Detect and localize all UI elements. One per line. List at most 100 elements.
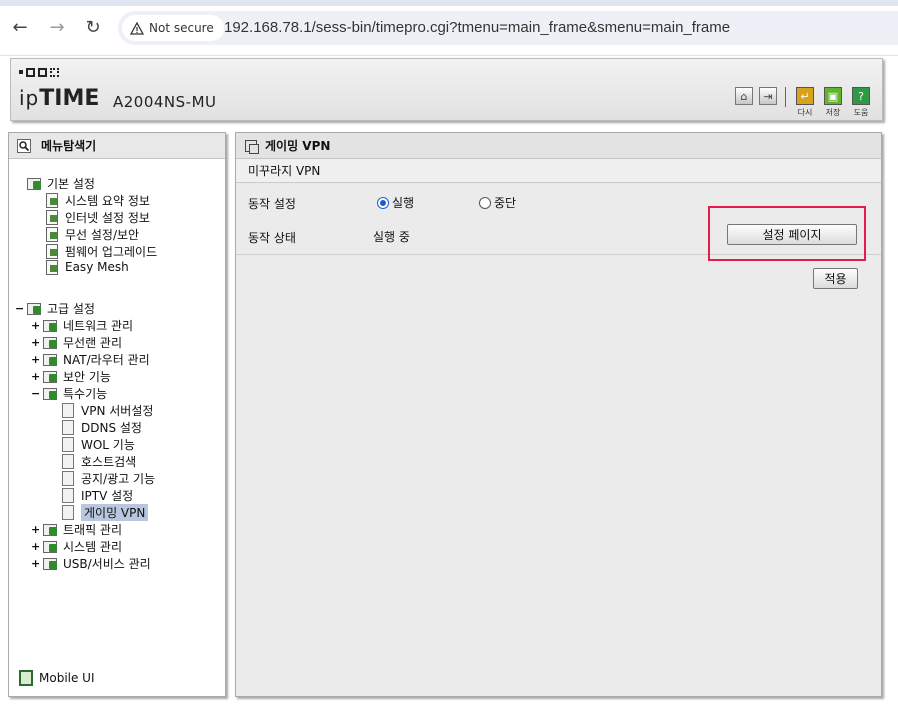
- tree-label: 호스트검색: [81, 454, 137, 469]
- back-icon[interactable]: ←: [8, 15, 32, 39]
- expand-icon[interactable]: +: [31, 523, 40, 536]
- tree-host-scan[interactable]: 호스트검색: [61, 453, 136, 469]
- page-icon: [61, 454, 77, 469]
- highlight-box: [708, 206, 866, 261]
- page-icon: [61, 403, 77, 418]
- tree-firmware-upgrade[interactable]: 펌웨어 업그레이드: [45, 243, 157, 259]
- tree-wol[interactable]: WOL 기능: [61, 436, 135, 452]
- tree-traffic[interactable]: + 트래픽 관리: [31, 521, 122, 537]
- tree-label: 특수기능: [63, 386, 108, 401]
- tree-label: 인터넷 설정 정보: [65, 210, 150, 225]
- help-icon: ?: [852, 87, 870, 105]
- expand-icon[interactable]: +: [31, 370, 40, 383]
- tree-label: WOL 기능: [81, 437, 135, 452]
- folder-icon: [27, 176, 43, 190]
- header-divider: [785, 87, 786, 107]
- tree-label: 공지/광고 기능: [81, 471, 156, 486]
- forward-icon[interactable]: →: [45, 15, 69, 39]
- apply-button[interactable]: 적용: [813, 268, 858, 289]
- tree-ddns[interactable]: DDNS 설정: [61, 419, 142, 435]
- menu-explorer: 메뉴탐색기 기본 설정 시스템 요약 정보 인터넷 설정 정보 무선 설정/보안…: [8, 132, 226, 697]
- expand-icon[interactable]: +: [31, 336, 40, 349]
- window-icon: [245, 139, 259, 154]
- expand-icon[interactable]: +: [31, 540, 40, 553]
- tree-label: Easy Mesh: [65, 260, 129, 274]
- mesh-icon: [45, 260, 61, 275]
- tree-security[interactable]: + 보안 기능: [31, 368, 111, 384]
- tree-special-functions[interactable]: − 특수기능: [31, 385, 107, 401]
- tree-advanced-settings[interactable]: − 고급 설정: [15, 300, 95, 316]
- radio-stop[interactable]: 중단: [479, 194, 516, 211]
- tree-label: VPN 서버설정: [81, 403, 154, 418]
- traffic-icon: [43, 522, 59, 536]
- expand-icon[interactable]: +: [31, 319, 40, 332]
- logout-icon[interactable]: ⇥: [759, 87, 777, 105]
- chart-icon: [43, 539, 59, 553]
- page-title: 게이밍 VPN: [265, 139, 331, 153]
- tree-system[interactable]: + 시스템 관리: [31, 538, 122, 554]
- tree-notice-ads[interactable]: 공지/광고 기능: [61, 470, 155, 486]
- tree-internet-info[interactable]: 인터넷 설정 정보: [45, 209, 150, 225]
- tree-wireless-security[interactable]: 무선 설정/보안: [45, 226, 139, 242]
- tree-easy-mesh[interactable]: Easy Mesh: [45, 259, 129, 275]
- tree-vpn-server[interactable]: VPN 서버설정: [61, 402, 153, 418]
- status-label: 동작 상태: [248, 231, 296, 245]
- refresh-button[interactable]: ↵ 다시: [794, 87, 816, 118]
- menu-explorer-title: 메뉴탐색기: [41, 139, 97, 153]
- tree-label: 고급 설정: [47, 301, 95, 316]
- content-panel: 게이밍 VPN 미꾸라지 VPN 동작 설정 실행 중단 동작 상태 실행 중 …: [235, 132, 882, 697]
- page-icon: [61, 437, 77, 452]
- save-label: 저장: [825, 108, 841, 117]
- tree-label: 게이밍 VPN: [81, 503, 149, 521]
- tree-label: 펌웨어 업그레이드: [65, 244, 158, 259]
- router-icon: [43, 352, 59, 366]
- tree-gaming-vpn[interactable]: 게이밍 VPN: [61, 503, 149, 521]
- refresh-label: 다시: [797, 108, 813, 117]
- tree-label: 시스템 요약 정보: [65, 193, 150, 208]
- mobile-ui-link[interactable]: Mobile UI: [19, 670, 95, 686]
- tree-label: 네트워크 관리: [63, 318, 134, 333]
- expand-icon[interactable]: +: [31, 557, 40, 570]
- page-icon: [61, 488, 77, 503]
- tree-label: 무선랜 관리: [63, 335, 123, 350]
- radio-stop-dot[interactable]: [479, 196, 491, 209]
- tree-network-management[interactable]: + 네트워크 관리: [31, 317, 133, 333]
- warning-icon: [130, 21, 144, 35]
- tree-label: 기본 설정: [47, 176, 95, 191]
- router-header: ipTIME A2004NS-MU ⌂ ⇥ ↵ 다시 ▣ 저장 ? 도움: [10, 58, 883, 121]
- radio-run[interactable]: 실행: [377, 194, 414, 211]
- browser-toolbar: ← → ↻ Not secure 192.168.78.1/sess-bin/t…: [0, 0, 898, 56]
- tree-basic-settings[interactable]: 기본 설정: [27, 175, 95, 191]
- radio-stop-label: 중단: [494, 196, 517, 210]
- tree-label: NAT/라우터 관리: [63, 352, 150, 367]
- tree-system-summary[interactable]: 시스템 요약 정보: [45, 192, 150, 208]
- address-bar[interactable]: Not secure 192.168.78.1/sess-bin/timepro…: [118, 11, 898, 45]
- page-icon: [61, 420, 77, 435]
- expand-icon[interactable]: +: [31, 353, 40, 366]
- menu-explorer-header: 메뉴탐색기: [9, 133, 225, 159]
- tree-usb-services[interactable]: + USB/서비스 관리: [31, 555, 151, 571]
- help-button[interactable]: ? 도움: [850, 87, 872, 118]
- reload-icon[interactable]: ↻: [81, 15, 105, 39]
- collapse-icon[interactable]: −: [15, 302, 24, 315]
- url-text[interactable]: 192.168.78.1/sess-bin/timepro.cgi?tmenu=…: [224, 11, 730, 45]
- tree-wireless-management[interactable]: + 무선랜 관리: [31, 334, 122, 350]
- tree-iptv[interactable]: IPTV 설정: [61, 487, 133, 503]
- tree-nat-router[interactable]: + NAT/라우터 관리: [31, 351, 150, 367]
- page-icon: [61, 471, 77, 486]
- tree-label: 트래픽 관리: [63, 522, 123, 537]
- upgrade-icon: [45, 244, 61, 259]
- home-icon[interactable]: ⌂: [735, 87, 753, 105]
- security-label: Not secure: [149, 21, 214, 35]
- model-name: A2004NS-MU: [113, 93, 217, 111]
- save-button[interactable]: ▣ 저장: [822, 87, 844, 118]
- tree-label: 시스템 관리: [63, 539, 123, 554]
- monitor-icon: [45, 210, 61, 225]
- page-icon: [61, 505, 77, 520]
- tree-label: IPTV 설정: [81, 488, 134, 503]
- header-actions: ⌂ ⇥ ↵ 다시 ▣ 저장 ? 도움: [735, 87, 872, 118]
- radio-run-dot[interactable]: [377, 196, 389, 209]
- collapse-icon[interactable]: −: [31, 387, 40, 400]
- security-chip[interactable]: Not secure: [122, 15, 224, 41]
- wireless-icon: [43, 335, 59, 349]
